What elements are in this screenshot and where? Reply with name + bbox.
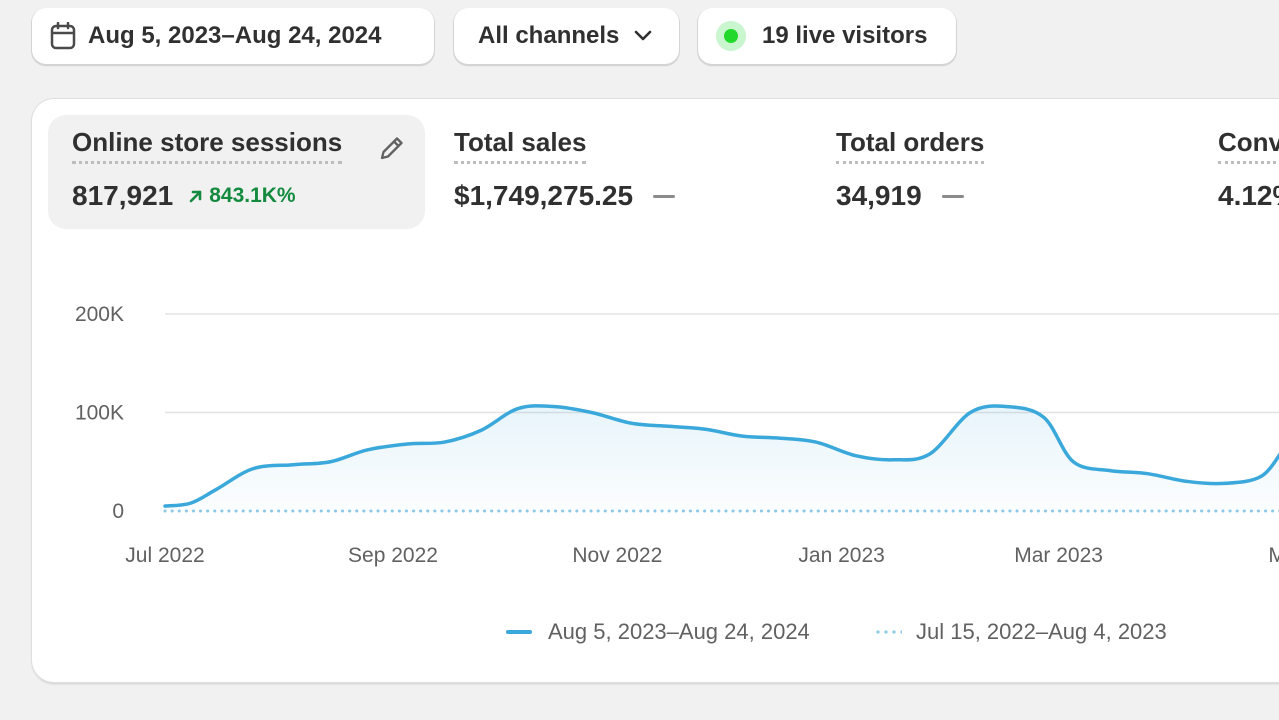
x-tick-label: Sep 2022 xyxy=(348,544,438,567)
metric-label[interactable]: Total sales xyxy=(454,127,587,164)
chevron-down-icon xyxy=(633,29,653,43)
legend-item-previous[interactable]: Jul 15, 2022–Aug 4, 2023 xyxy=(874,619,1167,645)
legend-label: Jul 15, 2022–Aug 4, 2023 xyxy=(916,619,1167,644)
channels-label: All channels xyxy=(478,22,620,49)
metric-change: 843.1K% xyxy=(189,184,296,208)
pencil-icon[interactable] xyxy=(377,133,407,163)
x-tick-label: Mar 2023 xyxy=(1014,544,1103,567)
legend-swatch-solid xyxy=(506,630,532,634)
live-visitors-button[interactable]: 19 live visitors xyxy=(698,8,956,64)
date-range-picker[interactable]: Aug 5, 2023–Aug 24, 2024 xyxy=(32,8,434,64)
metric-total-sales[interactable]: Total sales $1,749,275.25 xyxy=(438,115,798,229)
legend-swatch-dotted xyxy=(874,630,902,634)
calendar-icon xyxy=(48,21,78,51)
legend-label: Aug 5, 2023–Aug 24, 2024 xyxy=(548,619,810,644)
no-change-dash xyxy=(941,194,964,198)
y-tick-label: 100K xyxy=(75,402,124,425)
no-change-dash xyxy=(653,194,676,198)
metric-value: 817,921 xyxy=(72,180,174,211)
metric-label[interactable]: Conv xyxy=(1218,127,1279,164)
date-range-label: Aug 5, 2023–Aug 24, 2024 xyxy=(88,22,382,49)
metric-change-value: 843.1K% xyxy=(209,184,296,207)
arrow-up-right-icon xyxy=(189,190,202,203)
live-visitors-label: 19 live visitors xyxy=(762,22,928,49)
metric-label[interactable]: Total orders xyxy=(836,127,985,164)
x-tick-label: Jan 2023 xyxy=(798,544,884,567)
analytics-card: 200K 100K 0 Jul 2022 Sep 2022 Nov 2022 Jan 202… xyxy=(32,99,1279,682)
metric-total-orders[interactable]: Total orders 34,919 xyxy=(820,115,1180,229)
metric-label[interactable]: Online store sessions xyxy=(72,127,343,164)
metric-online-store-sessions[interactable]: Online store sessions 817,921 843.1K% xyxy=(48,115,425,229)
channels-dropdown[interactable]: All channels xyxy=(454,8,679,64)
live-status-icon xyxy=(716,21,746,51)
metric-conversion-rate[interactable]: Conv 4.12% xyxy=(1202,115,1279,229)
x-tick-label: Ma xyxy=(1268,544,1279,567)
y-tick-label: 0 xyxy=(112,500,124,523)
legend-item-current[interactable]: Aug 5, 2023–Aug 24, 2024 xyxy=(506,619,810,645)
metric-value: 34,919 xyxy=(836,180,922,211)
series-area-current xyxy=(165,405,1279,511)
metric-value: $1,749,275.25 xyxy=(454,180,634,211)
y-tick-label: 200K xyxy=(75,303,124,326)
metric-value: 4.12% xyxy=(1218,180,1279,211)
x-tick-label: Nov 2022 xyxy=(572,544,662,567)
x-tick-label: Jul 2022 xyxy=(125,544,204,567)
